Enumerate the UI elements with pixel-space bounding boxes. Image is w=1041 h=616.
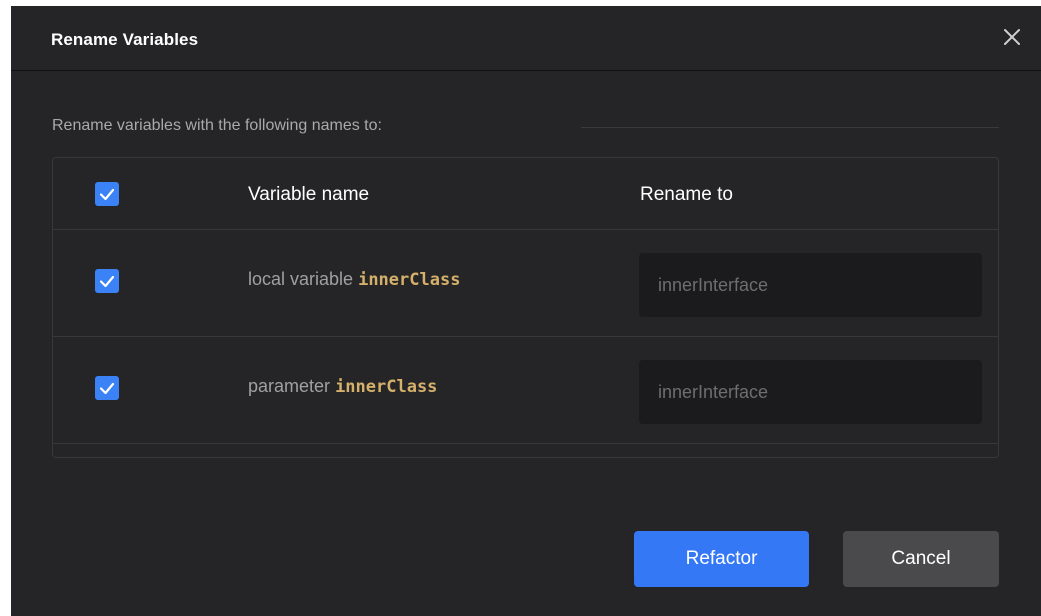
- column-header-rename-to: Rename to: [640, 184, 733, 205]
- checkmark-icon: [99, 188, 115, 201]
- close-icon: [1004, 29, 1020, 45]
- section-divider: [581, 127, 999, 128]
- checkmark-icon: [99, 275, 115, 288]
- rename-table: Variable name Rename to local variable i…: [52, 157, 999, 458]
- select-all-checkbox[interactable]: [95, 182, 119, 206]
- section-label: Rename variables with the following name…: [52, 117, 382, 134]
- rename-to-input[interactable]: [639, 360, 982, 424]
- variable-kind: parameter: [248, 376, 331, 396]
- refactor-button[interactable]: Refactor: [634, 531, 809, 587]
- variable-description: local variable innerClass: [248, 269, 460, 290]
- dialog-title: Rename Variables: [51, 30, 199, 49]
- variable-description: parameter innerClass: [248, 376, 437, 397]
- cancel-button[interactable]: Cancel: [843, 531, 999, 587]
- row-checkbox[interactable]: [95, 269, 119, 293]
- table-header-row: Variable name Rename to: [53, 158, 998, 230]
- variable-kind: local variable: [248, 269, 354, 289]
- row-checkbox[interactable]: [95, 376, 119, 400]
- variable-identifier: innerClass: [358, 270, 461, 290]
- dialog-title-bar: Rename Variables: [11, 6, 1041, 71]
- table-row: local variable innerClass: [53, 229, 998, 337]
- rename-to-input[interactable]: [639, 253, 982, 317]
- table-row: parameter innerClass: [53, 336, 998, 444]
- variable-identifier: innerClass: [335, 377, 438, 397]
- close-button[interactable]: [997, 22, 1027, 52]
- checkmark-icon: [99, 382, 115, 395]
- rename-variables-dialog: Rename Variables Rename variables with t…: [11, 6, 1041, 616]
- column-header-variable-name: Variable name: [248, 184, 370, 205]
